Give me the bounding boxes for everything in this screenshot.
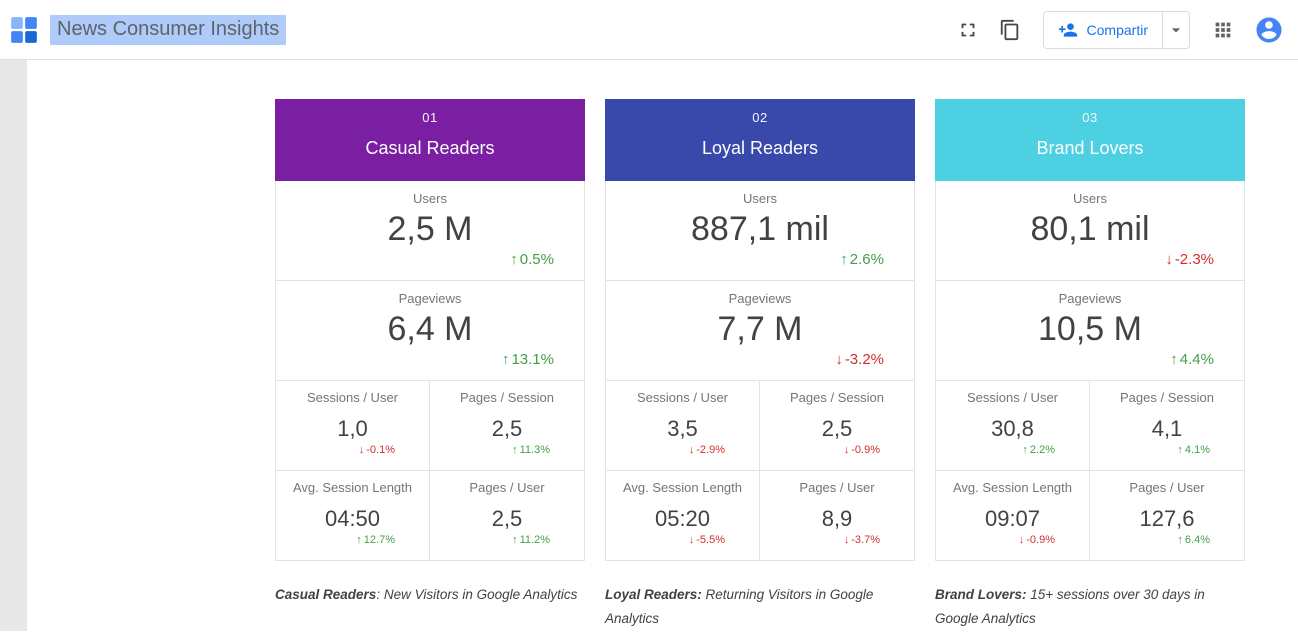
metric-cell-pages-per-session: Pages / Session 4,1 4.1% bbox=[1090, 381, 1244, 471]
scorecard-loyal-readers: 02 Loyal Readers Users 887,1 mil 2.6% Pa… bbox=[605, 99, 915, 631]
users-scorecard: Users 887,1 mil 2.6% bbox=[606, 181, 914, 281]
share-button[interactable]: Compartir bbox=[1044, 12, 1162, 48]
toolbar-actions: Compartir bbox=[951, 11, 1284, 49]
pageviews-change: -3.2% bbox=[606, 351, 914, 368]
users-value: 2,5 M bbox=[276, 208, 584, 250]
metric-cell-avg-session-length: Avg. Session Length 09:07 -0.9% bbox=[936, 471, 1090, 561]
footnote-term: Brand Lovers: bbox=[935, 587, 1027, 602]
metrics-grid: Sessions / User 3,5 -2.9% Pages / Sessio… bbox=[606, 381, 914, 561]
pageviews-scorecard: Pageviews 7,7 M -3.2% bbox=[606, 281, 914, 381]
users-scorecard: Users 80,1 mil -2.3% bbox=[936, 181, 1244, 281]
card-number: 02 bbox=[605, 110, 915, 125]
fullscreen-button[interactable] bbox=[951, 13, 985, 47]
scorecard-casual-readers: 01 Casual Readers Users 2,5 M 0.5% Pagev… bbox=[275, 99, 585, 607]
card-number: 03 bbox=[935, 110, 1245, 125]
metric-cell-pages-per-user: Pages / User 127,6 6.4% bbox=[1090, 471, 1244, 561]
metric-cell-pages-per-user: Pages / User 8,9 -3.7% bbox=[760, 471, 914, 561]
data-studio-logo-icon[interactable] bbox=[10, 16, 38, 44]
metric-cell-pages-per-session: Pages / Session 2,5 11.3% bbox=[430, 381, 584, 471]
pageviews-change: 4.4% bbox=[936, 351, 1244, 368]
metric-cell-pages-per-user: Pages / User 2,5 11.2% bbox=[430, 471, 584, 561]
share-button-label: Compartir bbox=[1087, 22, 1148, 38]
report-title[interactable]: News Consumer Insights bbox=[50, 15, 286, 45]
pageviews-change: 13.1% bbox=[276, 351, 584, 368]
pageviews-label: Pageviews bbox=[936, 290, 1244, 307]
pageviews-value: 10,5 M bbox=[936, 308, 1244, 350]
card-footnote: Brand Lovers: 15+ sessions over 30 days … bbox=[935, 583, 1241, 631]
users-label: Users bbox=[276, 190, 584, 207]
brand-area: News Consumer Insights bbox=[10, 15, 286, 45]
metric-cell-avg-session-length: Avg. Session Length 05:20 -5.5% bbox=[606, 471, 760, 561]
metrics-grid: Sessions / User 30,8 2.2% Pages / Sessio… bbox=[936, 381, 1244, 561]
scorecard-brand-lovers: 03 Brand Lovers Users 80,1 mil -2.3% Pag… bbox=[935, 99, 1245, 631]
card-body: Users 887,1 mil 2.6% Pageviews 7,7 M -3.… bbox=[605, 181, 915, 561]
pageviews-value: 7,7 M bbox=[606, 308, 914, 350]
canvas-gutter bbox=[0, 60, 27, 631]
users-value: 80,1 mil bbox=[936, 208, 1244, 250]
pageviews-value: 6,4 M bbox=[276, 308, 584, 350]
card-header: 03 Brand Lovers bbox=[935, 99, 1245, 181]
card-number: 01 bbox=[275, 110, 585, 125]
card-body: Users 2,5 M 0.5% Pageviews 6,4 M 13.1% S… bbox=[275, 181, 585, 561]
report-canvas: 01 Casual Readers Users 2,5 M 0.5% Pagev… bbox=[0, 60, 1298, 631]
pageviews-label: Pageviews bbox=[606, 290, 914, 307]
share-options-dropdown[interactable] bbox=[1162, 12, 1189, 48]
pageviews-scorecard: Pageviews 6,4 M 13.1% bbox=[276, 281, 584, 381]
metric-cell-sessions-per-user: Sessions / User 30,8 2.2% bbox=[936, 381, 1090, 471]
share-button-group: Compartir bbox=[1043, 11, 1190, 49]
account-circle-icon bbox=[1254, 15, 1284, 45]
metric-cell-sessions-per-user: Sessions / User 1,0 -0.1% bbox=[276, 381, 430, 471]
fullscreen-icon bbox=[957, 19, 979, 41]
card-body: Users 80,1 mil -2.3% Pageviews 10,5 M 4.… bbox=[935, 181, 1245, 561]
card-footnote: Loyal Readers: Returning Visitors in Goo… bbox=[605, 583, 911, 631]
users-change: -2.3% bbox=[936, 251, 1244, 268]
footnote-term: Loyal Readers: bbox=[605, 587, 702, 602]
footnote-description: : New Visitors in Google Analytics bbox=[376, 587, 577, 602]
apps-grid-icon bbox=[1212, 19, 1234, 41]
users-label: Users bbox=[936, 190, 1244, 207]
copy-icon bbox=[999, 19, 1021, 41]
metric-cell-pages-per-session: Pages / Session 2,5 -0.9% bbox=[760, 381, 914, 471]
card-header: 02 Loyal Readers bbox=[605, 99, 915, 181]
users-label: Users bbox=[606, 190, 914, 207]
card-title: Loyal Readers bbox=[605, 138, 915, 159]
card-title: Casual Readers bbox=[275, 138, 585, 159]
user-avatar[interactable] bbox=[1254, 15, 1284, 45]
chevron-down-icon bbox=[1166, 20, 1186, 40]
card-header: 01 Casual Readers bbox=[275, 99, 585, 181]
users-change: 0.5% bbox=[276, 251, 584, 268]
pageviews-scorecard: Pageviews 10,5 M 4.4% bbox=[936, 281, 1244, 381]
card-footnote: Casual Readers: New Visitors in Google A… bbox=[275, 583, 581, 607]
metric-cell-sessions-per-user: Sessions / User 3,5 -2.9% bbox=[606, 381, 760, 471]
top-bar: News Consumer Insights Compartir bbox=[0, 0, 1298, 60]
metrics-grid: Sessions / User 1,0 -0.1% Pages / Sessio… bbox=[276, 381, 584, 561]
users-value: 887,1 mil bbox=[606, 208, 914, 250]
card-title: Brand Lovers bbox=[935, 138, 1245, 159]
users-scorecard: Users 2,5 M 0.5% bbox=[276, 181, 584, 281]
pageviews-label: Pageviews bbox=[276, 290, 584, 307]
footnote-term: Casual Readers bbox=[275, 587, 376, 602]
users-change: 2.6% bbox=[606, 251, 914, 268]
metric-cell-avg-session-length: Avg. Session Length 04:50 12.7% bbox=[276, 471, 430, 561]
copy-report-button[interactable] bbox=[993, 13, 1027, 47]
apps-grid-button[interactable] bbox=[1206, 13, 1240, 47]
person-add-icon bbox=[1058, 20, 1078, 40]
